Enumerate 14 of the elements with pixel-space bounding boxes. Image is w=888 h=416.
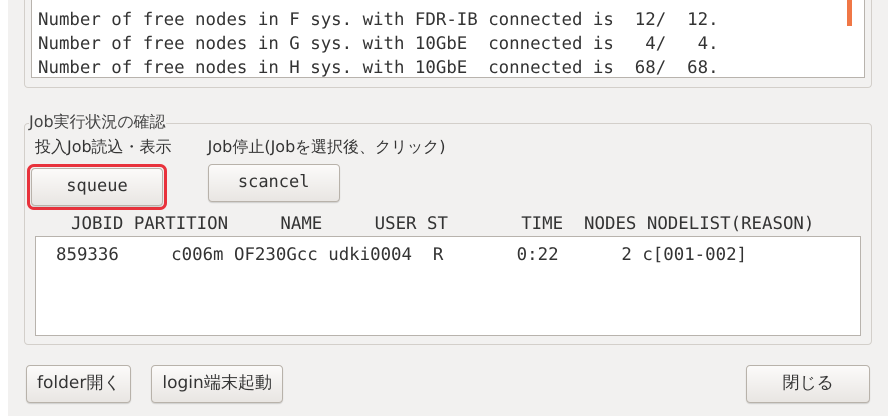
control-label: 投入Job読込・表示 xyxy=(35,136,172,158)
log-line: Number of free nodes in G sys. with 10GbE connected is 4/ 4. xyxy=(38,33,719,56)
footer-button[interactable]: login端末起動 xyxy=(151,365,283,403)
footer-button[interactable]: folder開く xyxy=(26,365,132,403)
control-label: Job停止(Jobを選択後、クリック) xyxy=(208,136,446,158)
close-button[interactable]: 閉じる xyxy=(746,365,870,403)
list-header: JOBID PARTITION NAME USER ST TIME NODES NODELIST(REASON) xyxy=(71,213,814,236)
group-title: Job実行状況の確認 xyxy=(29,111,166,133)
scrollbar-thumb[interactable] xyxy=(847,0,852,26)
log-line: Number of free nodes in F sys. with FDR-IB connected is 12/ 12. xyxy=(38,9,719,32)
job-row[interactable]: 859336 c006m OF230Gcc udki0004 R 0:22 2 c[001-002] xyxy=(36,243,860,267)
log-line: Number of free nodes in H sys. with 10GbE connected is 68/ 68. xyxy=(38,57,719,77)
command-button[interactable]: scancel xyxy=(208,164,340,202)
command-button[interactable]: squeue xyxy=(31,168,163,206)
